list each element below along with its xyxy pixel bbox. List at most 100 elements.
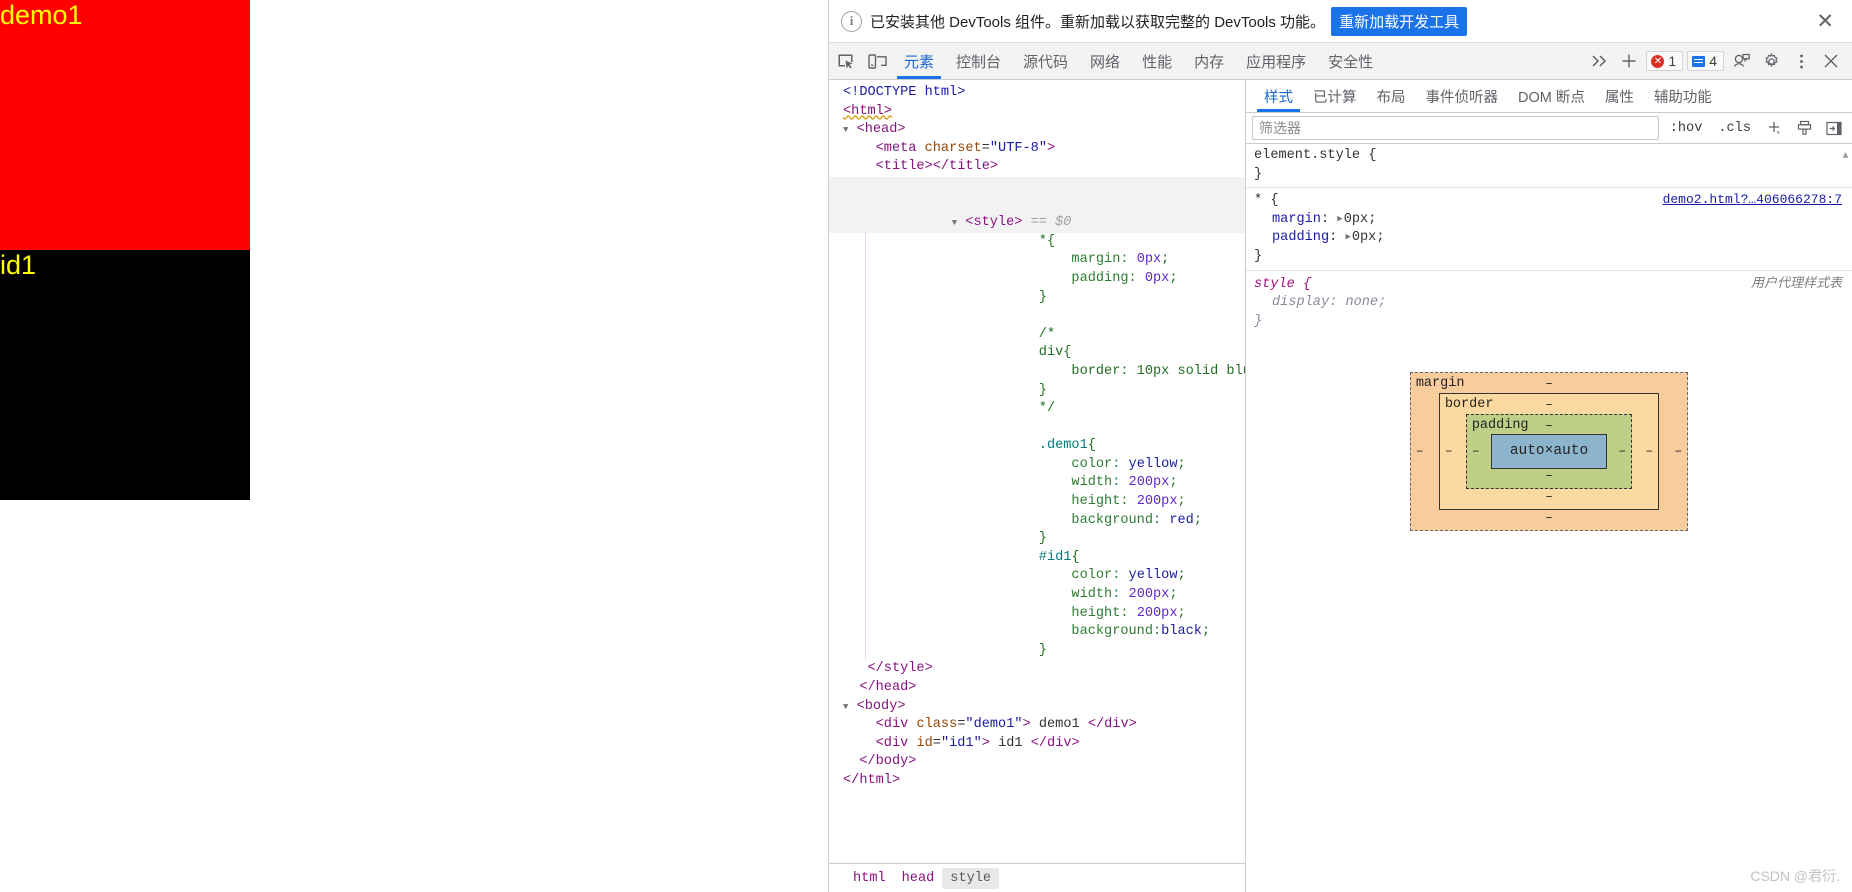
box-model-border-left[interactable]: – bbox=[1445, 442, 1453, 461]
plus-icon[interactable] bbox=[1614, 46, 1644, 76]
box-model-margin-top[interactable]: – bbox=[1411, 375, 1687, 394]
css-line-comment-open[interactable]: /* bbox=[829, 326, 1245, 345]
css-line-demo1-color[interactable]: color: yellow; bbox=[829, 456, 1245, 475]
box-model-margin-left[interactable]: – bbox=[1416, 442, 1424, 461]
close-devtools-icon[interactable] bbox=[1816, 46, 1846, 76]
box-model-padding-top[interactable]: – bbox=[1467, 417, 1631, 436]
css-line-border[interactable]: border: 10px solid blue; bbox=[829, 363, 1245, 382]
dom-line-div-id1[interactable]: <div id="id1"> id1 </div> bbox=[829, 735, 1245, 754]
dom-line-meta[interactable]: <meta charset="UTF-8"> bbox=[829, 140, 1245, 159]
box-model-border-top[interactable]: – bbox=[1440, 396, 1658, 415]
css-line-id1-bg[interactable]: background:black; bbox=[829, 623, 1245, 642]
tab-sources[interactable]: 源代码 bbox=[1012, 43, 1079, 79]
box-model-margin[interactable]: margin – – – – border – – – – padding – … bbox=[1409, 372, 1689, 531]
tab-event-listeners[interactable]: 事件侦听器 bbox=[1416, 80, 1509, 112]
box-model-padding-bottom[interactable]: – bbox=[1467, 467, 1631, 486]
box-model-content[interactable]: auto×auto bbox=[1490, 434, 1608, 469]
cls-toggle-button[interactable]: .cls bbox=[1713, 119, 1756, 138]
css-line-close1[interactable]: } bbox=[829, 289, 1245, 308]
dom-line-style-open[interactable]: ••• ▼ <style> == $0 bbox=[829, 176, 1245, 233]
expand-triangle-icon[interactable]: ▶ bbox=[1337, 210, 1342, 229]
css-line-demo1-bg[interactable]: background: red; bbox=[829, 512, 1245, 531]
expand-triangle-icon[interactable]: ▶ bbox=[1345, 228, 1350, 247]
box-model-padding-right[interactable]: – bbox=[1618, 442, 1626, 461]
dom-line-body-close[interactable]: </body> bbox=[829, 753, 1245, 772]
box-model-diagram[interactable]: margin – – – – border – – – – padding – … bbox=[1409, 372, 1689, 531]
css-line-id1-close[interactable]: } bbox=[829, 642, 1245, 661]
box-model-border-bottom[interactable]: – bbox=[1440, 488, 1658, 507]
css-line-blank2[interactable] bbox=[829, 419, 1245, 438]
box-model-margin-bottom[interactable]: – bbox=[1411, 509, 1687, 528]
css-line-comment-close[interactable]: */ bbox=[829, 400, 1245, 419]
devices-icon[interactable] bbox=[1726, 46, 1756, 76]
tab-console[interactable]: 控制台 bbox=[945, 43, 1012, 79]
css-line-id1-width[interactable]: width: 200px; bbox=[829, 586, 1245, 605]
decl-padding[interactable]: padding: ▶0px; bbox=[1254, 229, 1852, 248]
hov-toggle-button[interactable]: :hov bbox=[1665, 119, 1708, 138]
box-model-margin-right[interactable]: – bbox=[1674, 442, 1682, 461]
dom-line-doctype[interactable]: <!DOCTYPE html> bbox=[829, 84, 1245, 103]
chevron-double-right-icon[interactable] bbox=[1584, 46, 1614, 76]
dom-line-title[interactable]: <title></title> bbox=[829, 158, 1245, 177]
rule-universal[interactable]: * { demo2.html?…406066278:7 margin: ▶0px… bbox=[1246, 187, 1852, 269]
dom-line-div-demo1[interactable]: <div class="demo1"> demo1 </div> bbox=[829, 716, 1245, 735]
decl-margin-value[interactable]: 0px bbox=[1344, 212, 1368, 227]
plus-style-rule-icon[interactable] bbox=[1762, 117, 1786, 139]
css-line-id1-height[interactable]: height: 200px; bbox=[829, 605, 1245, 624]
tab-memory[interactable]: 内存 bbox=[1183, 43, 1235, 79]
tab-dom-breakpoints[interactable]: DOM 断点 bbox=[1508, 80, 1595, 112]
css-line-universal[interactable]: *{ bbox=[829, 233, 1245, 252]
open-sidebar-icon[interactable] bbox=[1822, 117, 1846, 139]
reload-devtools-button[interactable]: 重新加载开发工具 bbox=[1331, 6, 1468, 36]
rule-style-ua[interactable]: style { 用户代理样式表 display: none; } bbox=[1246, 269, 1852, 335]
error-count-badge[interactable]: ✕ 1 bbox=[1646, 51, 1684, 71]
dom-tree[interactable]: <!DOCTYPE html> <html> ▼ <head> <meta ch… bbox=[829, 80, 1245, 863]
inspect-element-icon[interactable] bbox=[829, 43, 861, 79]
print-media-icon[interactable] bbox=[1792, 117, 1816, 139]
breadcrumb-item-head[interactable]: head bbox=[894, 868, 943, 889]
box-model-border[interactable]: border – – – – padding – – – – auto×auto bbox=[1438, 393, 1660, 510]
decl-margin[interactable]: margin: ▶0px; bbox=[1254, 211, 1852, 230]
tab-network[interactable]: 网络 bbox=[1079, 43, 1131, 79]
css-line-margin[interactable]: margin: 0px; bbox=[829, 251, 1245, 270]
device-toolbar-icon[interactable] bbox=[861, 43, 893, 79]
tab-performance[interactable]: 性能 bbox=[1131, 43, 1183, 79]
css-line-div[interactable]: div{ bbox=[829, 344, 1245, 363]
tab-accessibility[interactable]: 辅助功能 bbox=[1644, 80, 1722, 112]
dom-line-body-open[interactable]: ▼ <body> bbox=[829, 698, 1245, 717]
css-line-div-close[interactable]: } bbox=[829, 382, 1245, 401]
tab-computed[interactable]: 已计算 bbox=[1303, 80, 1367, 112]
box-model-padding[interactable]: padding – – – – auto×auto bbox=[1465, 414, 1633, 489]
css-line-demo1-height[interactable]: height: 200px; bbox=[829, 493, 1245, 512]
rule-element-style[interactable]: element.style { } bbox=[1246, 144, 1852, 187]
css-line-demo1-close[interactable]: } bbox=[829, 530, 1245, 549]
rule-universal-origin-link[interactable]: demo2.html?…406066278:7 bbox=[1663, 191, 1852, 210]
dom-line-style-close[interactable]: </style> bbox=[829, 660, 1245, 679]
dom-line-html-close[interactable]: </html> bbox=[829, 772, 1245, 791]
box-model-padding-left[interactable]: – bbox=[1472, 442, 1480, 461]
dom-line-head-close[interactable]: </head> bbox=[829, 679, 1245, 698]
decl-display[interactable]: display: none; bbox=[1254, 294, 1852, 313]
css-line-padding[interactable]: padding: 0px; bbox=[829, 270, 1245, 289]
decl-display-value[interactable]: none bbox=[1345, 295, 1378, 310]
tab-styles[interactable]: 样式 bbox=[1254, 80, 1303, 112]
css-rules-list[interactable]: ▲ element.style { } * { demo2.html?…4060… bbox=[1246, 144, 1852, 892]
filter-input[interactable] bbox=[1252, 116, 1659, 140]
tab-security[interactable]: 安全性 bbox=[1317, 43, 1384, 79]
tab-properties[interactable]: 属性 bbox=[1595, 80, 1644, 112]
css-line-blank1[interactable] bbox=[829, 307, 1245, 326]
more-vertical-icon[interactable] bbox=[1786, 46, 1816, 76]
tab-application[interactable]: 应用程序 bbox=[1235, 43, 1317, 79]
close-icon[interactable]: ✕ bbox=[1812, 11, 1838, 32]
box-model-border-right[interactable]: – bbox=[1645, 442, 1653, 461]
css-line-demo1[interactable]: .demo1{ bbox=[829, 437, 1245, 456]
gear-icon[interactable] bbox=[1756, 46, 1786, 76]
css-line-id1-color[interactable]: color: yellow; bbox=[829, 567, 1245, 586]
tab-layout[interactable]: 布局 bbox=[1367, 80, 1416, 112]
tab-elements[interactable]: 元素 bbox=[893, 43, 945, 79]
dom-line-html-open[interactable]: <html> bbox=[829, 103, 1245, 122]
message-count-badge[interactable]: 4 bbox=[1687, 51, 1724, 71]
css-line-id1[interactable]: #id1{ bbox=[829, 549, 1245, 568]
breadcrumb-item-html[interactable]: html bbox=[845, 868, 894, 889]
breadcrumb-item-style[interactable]: style bbox=[942, 867, 1000, 889]
